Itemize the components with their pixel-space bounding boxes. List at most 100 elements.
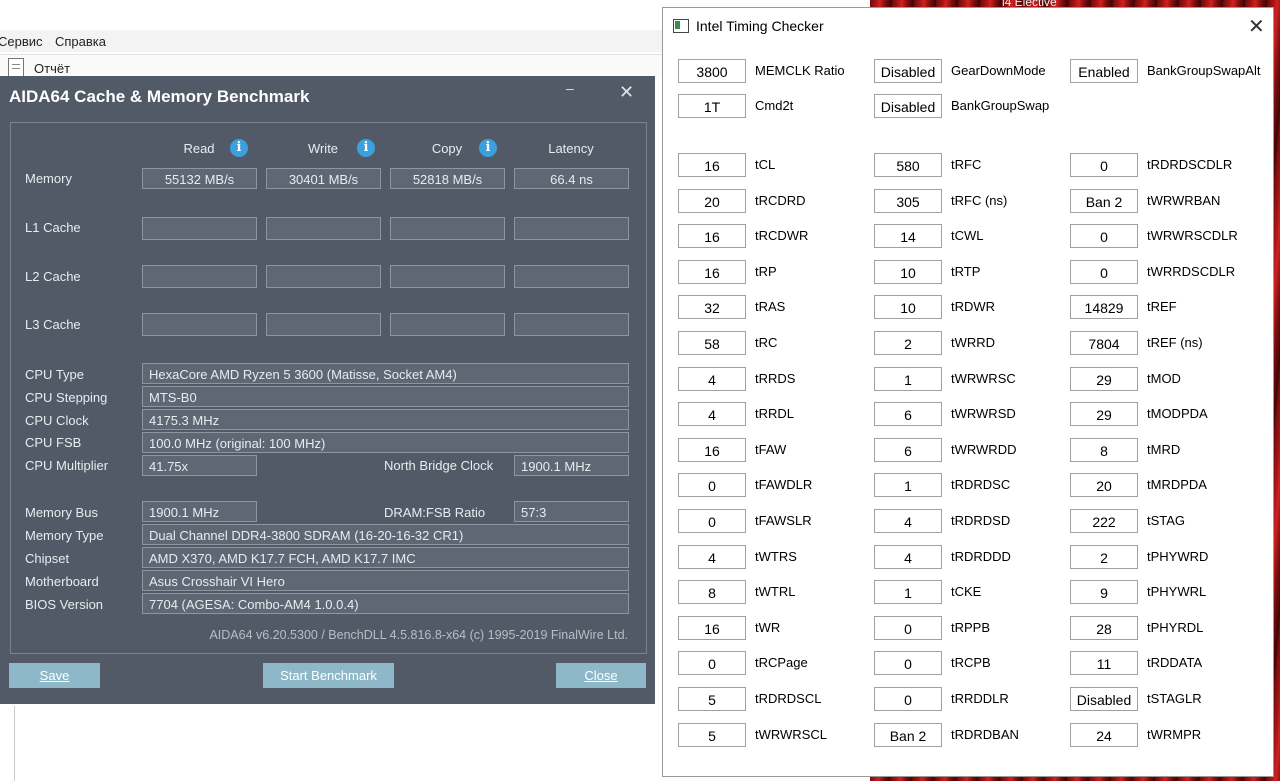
timing-label-twtrs: tWTRS bbox=[755, 549, 797, 564]
menu-service[interactable]: Сервис bbox=[0, 34, 43, 49]
memory-write-value: 30401 MB/s bbox=[266, 168, 381, 189]
cpu-fsb-label: CPU FSB bbox=[25, 435, 82, 450]
timing-value-twrwrban: Ban 2 bbox=[1070, 189, 1138, 213]
timing-label-trdrdban: tRDRDBAN bbox=[951, 727, 1019, 742]
menu-help[interactable]: Справка bbox=[55, 34, 106, 49]
app-icon bbox=[673, 19, 689, 33]
timing-label-twrwrban: tWRWRBAN bbox=[1147, 193, 1221, 208]
timing-label-trfc-ns: tRFC (ns) bbox=[951, 193, 1008, 208]
timing-value-trtp: 10 bbox=[874, 260, 942, 284]
timing-value-twrwrdd: 6 bbox=[874, 438, 942, 462]
timing-label-tcl: tCL bbox=[755, 157, 776, 172]
timing-label-trfc: tRFC bbox=[951, 157, 982, 172]
timing-value-trcdwr: 16 bbox=[678, 224, 746, 248]
cpu-type-label: CPU Type bbox=[25, 367, 85, 382]
cpu-multiplier-label: CPU Multiplier bbox=[25, 458, 109, 473]
timing-value-trfc: 580 bbox=[874, 153, 942, 177]
version-footer: AIDA64 v6.20.5300 / BenchDLL 4.5.816.8-x… bbox=[209, 628, 628, 642]
motherboard-value: Asus Crosshair VI Hero bbox=[142, 570, 629, 591]
memory-type-label: Memory Type bbox=[25, 528, 104, 543]
memory-type-value: Dual Channel DDR4-3800 SDRAM (16-20-16-3… bbox=[142, 524, 629, 545]
start-benchmark-button[interactable]: Start Benchmark bbox=[263, 663, 394, 688]
timing-value-tfawslr: 0 bbox=[678, 509, 746, 533]
bios-version-label: BIOS Version bbox=[25, 597, 104, 612]
timing-value-twr: 16 bbox=[678, 616, 746, 640]
timing-label-tstaglr: tSTAGLR bbox=[1147, 691, 1202, 706]
timing-value-tref: 14829 bbox=[1070, 295, 1138, 319]
timing-label-tphywrl: tPHYWRL bbox=[1147, 584, 1207, 599]
row-label-l1: L1 Cache bbox=[25, 220, 81, 235]
timing-value-tmrd: 8 bbox=[1070, 438, 1138, 462]
aida64-window: AIDA64 Cache & Memory Benchmark – ✕ Read… bbox=[0, 76, 655, 704]
timing-label-trc: tRC bbox=[755, 335, 778, 350]
timing-label-tcwl: tCWL bbox=[951, 228, 984, 243]
minimize-icon[interactable]: – bbox=[566, 80, 574, 96]
close-icon[interactable]: ✕ bbox=[619, 82, 634, 103]
timing-value-twrwrscdlr: 0 bbox=[1070, 224, 1138, 248]
timing-value-trdwr: 10 bbox=[874, 295, 942, 319]
timing-value-tphyrdl: 28 bbox=[1070, 616, 1138, 640]
timing-label-trcpb: tRCPB bbox=[951, 655, 991, 670]
timing-label-trddata: tRDDATA bbox=[1147, 655, 1203, 670]
timing-label-tmod: tMOD bbox=[1147, 371, 1181, 386]
chipset-value: AMD X370, AMD K17.7 FCH, AMD K17.7 IMC bbox=[142, 547, 629, 568]
timing-value-tstag: 222 bbox=[1070, 509, 1138, 533]
start-benchmark-label: Start Benchmark bbox=[280, 668, 377, 683]
timing-value-tcwl: 14 bbox=[874, 224, 942, 248]
timing-value-tmrdpda: 20 bbox=[1070, 473, 1138, 497]
info-icon-copy[interactable]: i bbox=[479, 139, 497, 157]
timing-label-trdrdsc: tRDRDSC bbox=[951, 477, 1011, 492]
l1-write-value bbox=[266, 217, 381, 240]
background-menubar: Сервис Справка bbox=[0, 30, 662, 52]
close-button[interactable]: Close bbox=[556, 663, 646, 688]
timing-value-tstaglr: Disabled bbox=[1070, 687, 1138, 711]
chipset-label: Chipset bbox=[25, 551, 70, 566]
row-label-l3: L3 Cache bbox=[25, 317, 81, 332]
timing-value-trp: 16 bbox=[678, 260, 746, 284]
motherboard-label: Motherboard bbox=[25, 574, 99, 589]
info-icon-write[interactable]: i bbox=[357, 139, 375, 157]
save-button[interactable]: Save bbox=[9, 663, 100, 688]
timing-label-tstag: tSTAG bbox=[1147, 513, 1186, 528]
report-icon[interactable] bbox=[8, 58, 24, 77]
info-icon-read[interactable]: i bbox=[230, 139, 248, 157]
l1-read-value bbox=[142, 217, 257, 240]
timing-value-twrrd: 2 bbox=[874, 331, 942, 355]
l3-read-value bbox=[142, 313, 257, 336]
timing-label-trdrddd: tRDRDDD bbox=[951, 549, 1011, 564]
l3-copy-value bbox=[390, 313, 505, 336]
timing-label-trdrdscdlr: tRDRDSCDLR bbox=[1147, 157, 1233, 172]
timing-value-trdrddd: 4 bbox=[874, 545, 942, 569]
timing-value-tfawdlr: 0 bbox=[678, 473, 746, 497]
timing-label-twrwrsd: tWRWRSD bbox=[951, 406, 1016, 421]
cpu-stepping-value: MTS-B0 bbox=[142, 386, 629, 407]
timing-label-trcpage: tRCPage bbox=[755, 655, 808, 670]
header-latency: Latency bbox=[548, 141, 594, 156]
l2-latency-value bbox=[514, 265, 629, 288]
timing-label-trcdrd: tRCDRD bbox=[755, 193, 806, 208]
timing-label-tfawslr: tFAWSLR bbox=[755, 513, 812, 528]
close-icon[interactable]: ✕ bbox=[1248, 14, 1265, 39]
timing-value-tmod: 29 bbox=[1070, 367, 1138, 391]
timing-value-trddata: 11 bbox=[1070, 651, 1138, 675]
timing-label-trtp: tRTP bbox=[951, 264, 981, 279]
l1-latency-value bbox=[514, 217, 629, 240]
l2-copy-value bbox=[390, 265, 505, 288]
cpu-fsb-value: 100.0 MHz (original: 100 MHz) bbox=[142, 432, 629, 453]
save-button-label: Save bbox=[39, 668, 70, 683]
timing-label-twtrl: tWTRL bbox=[755, 584, 796, 599]
report-button-label[interactable]: Отчёт bbox=[34, 61, 70, 76]
memory-copy-value: 52818 MB/s bbox=[390, 168, 505, 189]
l2-read-value bbox=[142, 265, 257, 288]
timing-label-tfawdlr: tFAWDLR bbox=[755, 477, 813, 492]
timing-value-twtrs: 4 bbox=[678, 545, 746, 569]
timing-value-trrddlr: 0 bbox=[874, 687, 942, 711]
timing-value-trdrdsc: 1 bbox=[874, 473, 942, 497]
cpu-stepping-label: CPU Stepping bbox=[25, 390, 108, 405]
timing-value-trc: 58 bbox=[678, 331, 746, 355]
timing-value-trrdl: 4 bbox=[678, 402, 746, 426]
timing-value-trdrdsd: 4 bbox=[874, 509, 942, 533]
row-label-memory: Memory bbox=[25, 171, 72, 186]
dram-fsb-ratio-label: DRAM:FSB Ratio bbox=[384, 505, 486, 520]
cpu-clock-label: CPU Clock bbox=[25, 413, 89, 428]
